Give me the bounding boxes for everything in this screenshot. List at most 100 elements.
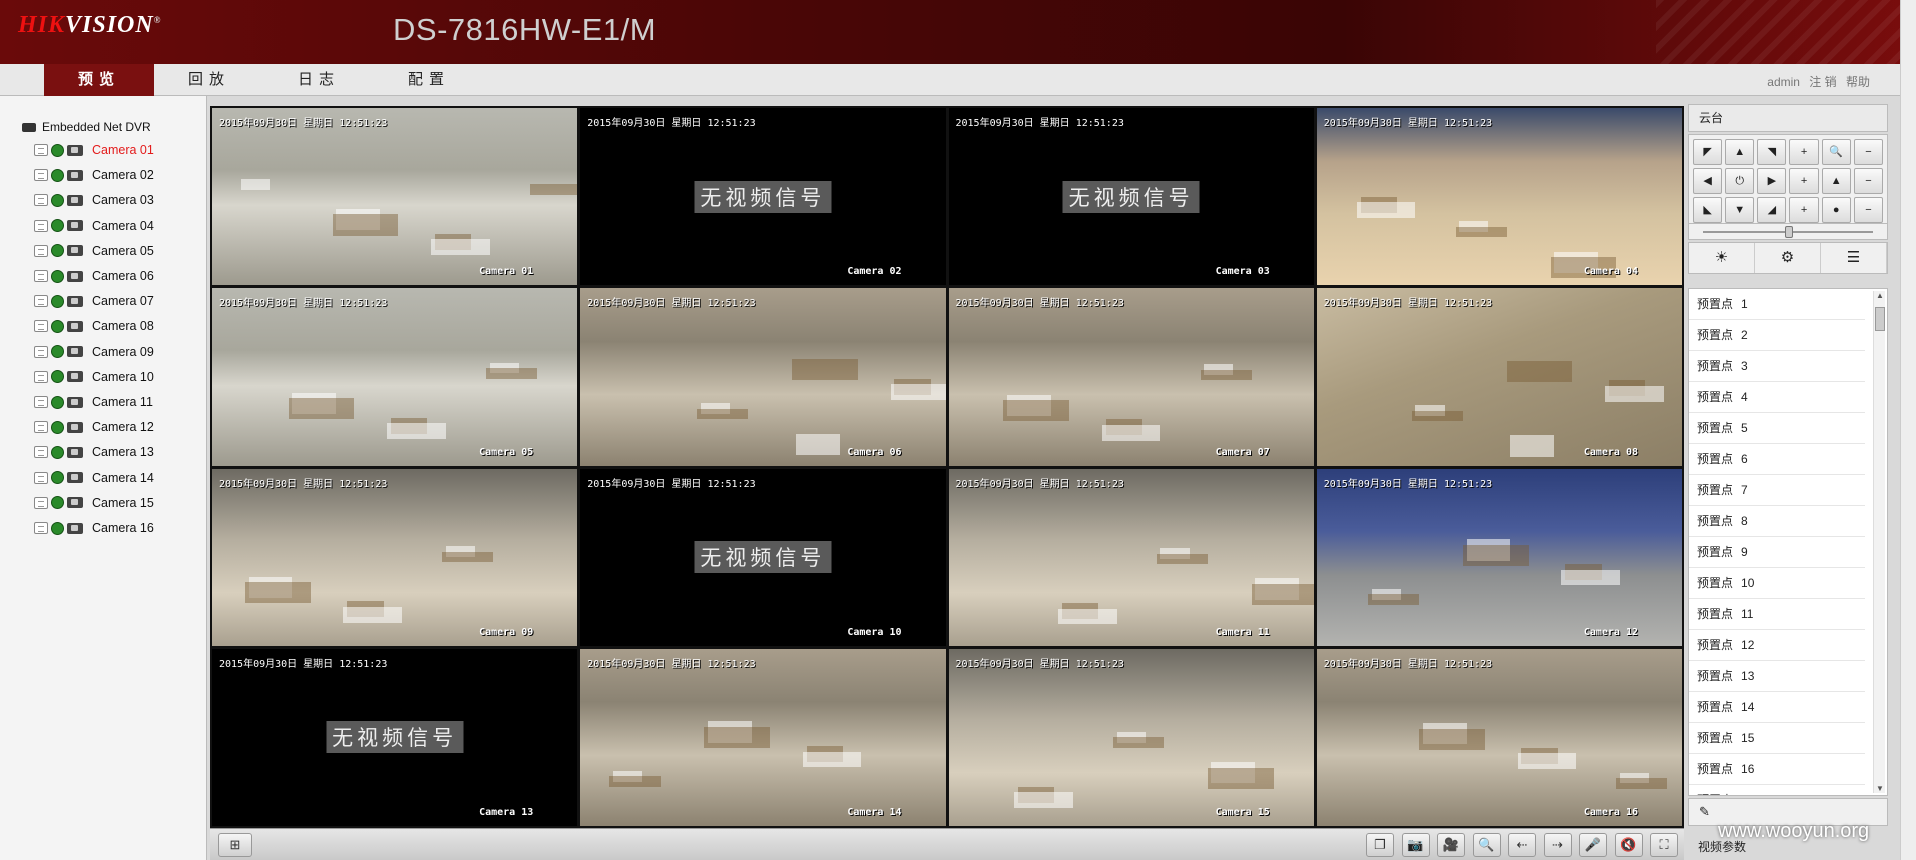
camera-tree-item[interactable]: Camera 12: [34, 417, 154, 437]
camera-tree-item[interactable]: Camera 02: [34, 165, 154, 185]
video-tile[interactable]: 无视频信号 2015年09月30日 星期日 12:51:23 Camera 03: [948, 108, 1314, 286]
tab-playback[interactable]: 回放: [154, 64, 264, 96]
video-tile[interactable]: 无视频信号 2015年09月30日 星期日 12:51:23 Camera 02: [580, 108, 946, 286]
video-tile[interactable]: 2015年09月30日 星期日 12:51:23 Camera 15: [948, 648, 1314, 826]
camera-tree-item[interactable]: Camera 15: [34, 493, 154, 513]
preset-number: 7: [1741, 483, 1748, 497]
preset-label: 预置点: [1697, 607, 1734, 621]
video-tile[interactable]: 2015年09月30日 星期日 12:51:23 Camera 01: [212, 108, 578, 286]
video-tile[interactable]: 2015年09月30日 星期日 12:51:23 Camera 09: [212, 468, 578, 646]
video-tile[interactable]: 2015年09月30日 星期日 12:51:23 Camera 14: [580, 648, 946, 826]
preset-item[interactable]: 预置点 17: [1689, 785, 1865, 795]
video-tile[interactable]: 2015年09月30日 星期日 12:51:23 Camera 16: [1316, 648, 1682, 826]
tilt-up-icon[interactable]: ▲: [1725, 139, 1755, 165]
preset-item[interactable]: 预置点 5: [1689, 413, 1865, 444]
digital-zoom-icon[interactable]: 🔍: [1472, 833, 1501, 857]
zoom-in-icon[interactable]: +: [1789, 139, 1819, 165]
page-scrollbar[interactable]: [1900, 0, 1916, 860]
menu-icon[interactable]: ☰: [1821, 243, 1887, 273]
video-tile[interactable]: 无视频信号 2015年09月30日 星期日 12:51:23 Camera 10: [580, 468, 946, 646]
preset-item[interactable]: 预置点 12: [1689, 630, 1865, 661]
zoom-out-icon[interactable]: −: [1853, 139, 1883, 165]
preset-item[interactable]: 预置点 1: [1689, 289, 1865, 320]
iris-icon[interactable]: ●: [1821, 197, 1851, 223]
pan-up-right-icon[interactable]: ◥: [1757, 139, 1787, 165]
preset-item[interactable]: 预置点 11: [1689, 599, 1865, 630]
camera-tree-item[interactable]: Camera 06: [34, 266, 154, 286]
preset-item[interactable]: 预置点 2: [1689, 320, 1865, 351]
preset-item[interactable]: 预置点 6: [1689, 444, 1865, 475]
help-link[interactable]: 帮助: [1846, 75, 1870, 89]
iris-close-icon[interactable]: −: [1853, 197, 1883, 223]
video-tile[interactable]: 2015年09月30日 星期日 12:51:23 Camera 06: [580, 288, 946, 466]
logout-link[interactable]: 注 销: [1809, 75, 1836, 89]
preset-item[interactable]: 预置点 16: [1689, 754, 1865, 785]
preset-number: 1: [1741, 297, 1748, 311]
pan-down-left-icon[interactable]: ◣: [1693, 197, 1723, 223]
capture-icon[interactable]: 📷: [1401, 833, 1430, 857]
next-page-icon[interactable]: ⇢: [1543, 833, 1572, 857]
focus-near-icon[interactable]: +: [1789, 168, 1819, 194]
camera-tree-item[interactable]: Camera 14: [34, 468, 154, 488]
layout-icon[interactable]: ⊞: [218, 833, 252, 857]
pan-left-icon[interactable]: ◀: [1693, 168, 1723, 194]
scroll-thumb[interactable]: [1875, 307, 1885, 331]
wiper-icon[interactable]: ⚙: [1755, 243, 1821, 273]
preset-item[interactable]: 预置点 8: [1689, 506, 1865, 537]
preset-item[interactable]: 预置点 14: [1689, 692, 1865, 723]
ptz-speed-slider[interactable]: [1688, 224, 1888, 240]
video-tile[interactable]: 2015年09月30日 星期日 12:51:23 Camera 08: [1316, 288, 1682, 466]
tab-config[interactable]: 配置: [374, 64, 484, 96]
camera-tree-item[interactable]: Camera 05: [34, 241, 154, 261]
pan-right-icon[interactable]: ▶: [1757, 168, 1787, 194]
pan-down-right-icon[interactable]: ◢: [1757, 197, 1787, 223]
tab-log[interactable]: 日志: [264, 64, 374, 96]
camera-tree-item[interactable]: Camera 13: [34, 442, 154, 462]
network-icon: [34, 270, 48, 282]
pan-up-left-icon[interactable]: ◤: [1693, 139, 1723, 165]
microphone-icon[interactable]: 🎤: [1579, 833, 1607, 857]
scroll-down-icon[interactable]: ▼: [1874, 784, 1886, 793]
light-icon[interactable]: ☀: [1689, 243, 1755, 273]
preset-item[interactable]: 预置点 10: [1689, 568, 1865, 599]
scroll-up-icon[interactable]: ▲: [1874, 291, 1886, 300]
tilt-down-icon[interactable]: ▼: [1725, 197, 1755, 223]
mute-icon[interactable]: 🔇: [1614, 833, 1643, 857]
dvr-root-node[interactable]: Embedded Net DVR: [22, 120, 151, 134]
zoom-magnifier-icon[interactable]: 🔍: [1821, 139, 1851, 165]
tab-preview[interactable]: 预览: [44, 64, 154, 96]
preset-item[interactable]: 预置点 9: [1689, 537, 1865, 568]
video-tile[interactable]: 2015年09月30日 星期日 12:51:23 Camera 07: [948, 288, 1314, 466]
prev-page-icon[interactable]: ⇠: [1508, 833, 1536, 857]
camera-tree-item[interactable]: Camera 11: [34, 392, 153, 412]
record-icon[interactable]: 🎥: [1437, 833, 1465, 857]
camera-tree-item[interactable]: Camera 01: [34, 140, 154, 160]
focus-far-icon[interactable]: −: [1853, 168, 1883, 194]
camera-tree-item[interactable]: Camera 09: [34, 342, 154, 362]
camera-tree-item[interactable]: Camera 08: [34, 316, 154, 336]
slider-thumb[interactable]: [1785, 226, 1793, 238]
video-tile[interactable]: 2015年09月30日 星期日 12:51:23 Camera 11: [948, 468, 1314, 646]
preset-item[interactable]: 预置点 3: [1689, 351, 1865, 382]
camera-tree-item[interactable]: Camera 07: [34, 291, 154, 311]
preset-scrollbar[interactable]: ▲ ▼: [1873, 291, 1885, 793]
iris-open-icon[interactable]: +: [1789, 197, 1819, 223]
preset-item[interactable]: 预置点 13: [1689, 661, 1865, 692]
record-status-icon: [51, 395, 64, 409]
camera-tree-item[interactable]: Camera 04: [34, 216, 154, 236]
auto-scan-icon[interactable]: ⏻: [1725, 168, 1755, 194]
multi-window-icon[interactable]: ❐: [1366, 833, 1394, 857]
preset-item[interactable]: 预置点 4: [1689, 382, 1865, 413]
video-tile[interactable]: 2015年09月30日 星期日 12:51:23 Camera 05: [212, 288, 578, 466]
camera-icon: [67, 270, 83, 282]
video-tile[interactable]: 无视频信号 2015年09月30日 星期日 12:51:23 Camera 13: [212, 648, 578, 826]
camera-tree-item[interactable]: Camera 16: [34, 518, 154, 538]
focus-icon[interactable]: ▲: [1821, 168, 1851, 194]
camera-tree-item[interactable]: Camera 10: [34, 367, 154, 387]
video-tile[interactable]: 2015年09月30日 星期日 12:51:23 Camera 12: [1316, 468, 1682, 646]
preset-item[interactable]: 预置点 15: [1689, 723, 1865, 754]
preset-item[interactable]: 预置点 7: [1689, 475, 1865, 506]
camera-tree-item[interactable]: Camera 03: [34, 190, 154, 210]
fullscreen-icon[interactable]: ⛶: [1650, 833, 1678, 857]
video-tile[interactable]: 2015年09月30日 星期日 12:51:23 Camera 04: [1316, 108, 1682, 286]
